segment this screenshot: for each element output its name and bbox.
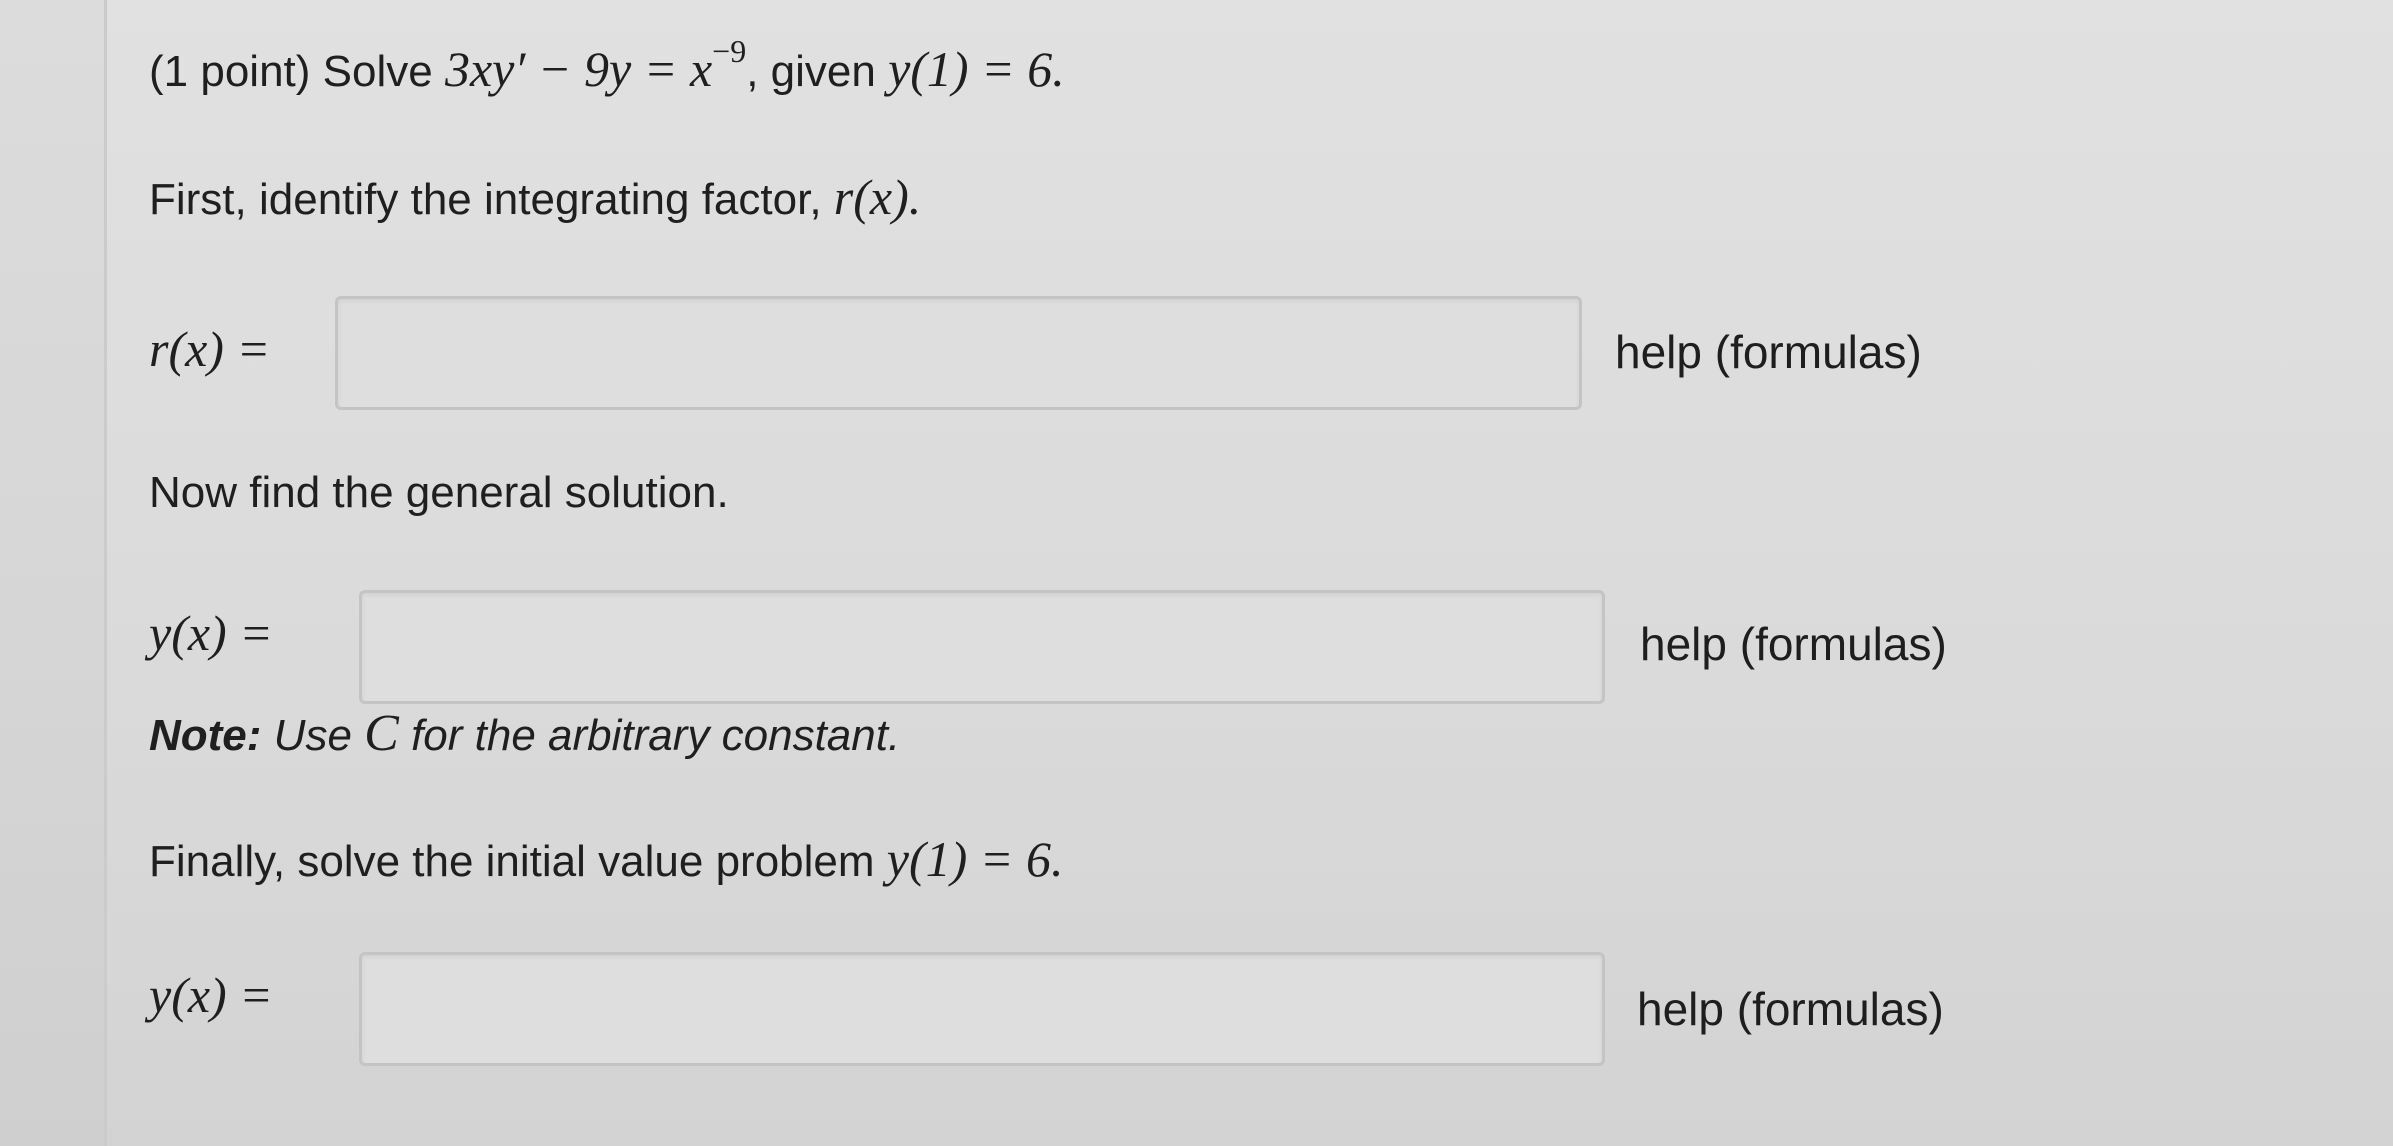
- given-word: , given: [746, 47, 876, 96]
- help-formulas-link-1[interactable]: help (formulas): [1615, 325, 1922, 379]
- step3-prompt-text: Finally, solve the initial value problem: [149, 837, 875, 886]
- step2-lhs-label: y(x) =: [149, 605, 273, 661]
- ivp-solution-input[interactable]: [359, 952, 1605, 1066]
- step2-prompt: Now find the general solution.: [149, 468, 729, 517]
- problem-statement: (1 point) Solve 3xy′ − 9y = x−9, given y…: [149, 35, 1065, 98]
- step1-prompt-var: r(x).: [833, 169, 922, 225]
- note-text: Use: [273, 711, 352, 760]
- step1-lhs-label: r(x) =: [149, 321, 271, 377]
- step3-prompt: Finally, solve the initial value problem…: [149, 830, 1064, 888]
- constant-note: Note: Use C for the arbitrary constant.: [149, 704, 900, 763]
- initial-condition: y(1) = 6.: [888, 41, 1065, 97]
- step3-prompt-var: y(1) = 6.: [886, 831, 1064, 887]
- integrating-factor-input[interactable]: [335, 296, 1582, 410]
- problem-panel: (1 point) Solve 3xy′ − 9y = x−9, given y…: [104, 0, 2393, 1146]
- page: (1 point) Solve 3xy′ − 9y = x−9, given y…: [0, 0, 2393, 1146]
- general-solution-input[interactable]: [359, 590, 1605, 704]
- step3-lhs-label: y(x) =: [149, 967, 273, 1023]
- solve-word: Solve: [322, 47, 433, 96]
- note-var: C: [364, 705, 399, 762]
- points-label: (1 point): [149, 47, 311, 96]
- step1-prompt-text: First, identify the integrating factor,: [149, 175, 822, 224]
- note-bold-label: Note:: [149, 711, 262, 760]
- equation: 3xy′ − 9y = x: [444, 41, 713, 97]
- note-rest: for the arbitrary constant.: [411, 711, 901, 760]
- help-formulas-link-2[interactable]: help (formulas): [1640, 617, 1947, 671]
- exponent: −9: [712, 33, 747, 69]
- step1-prompt: First, identify the integrating factor, …: [149, 168, 921, 226]
- help-formulas-link-3[interactable]: help (formulas): [1637, 982, 1944, 1036]
